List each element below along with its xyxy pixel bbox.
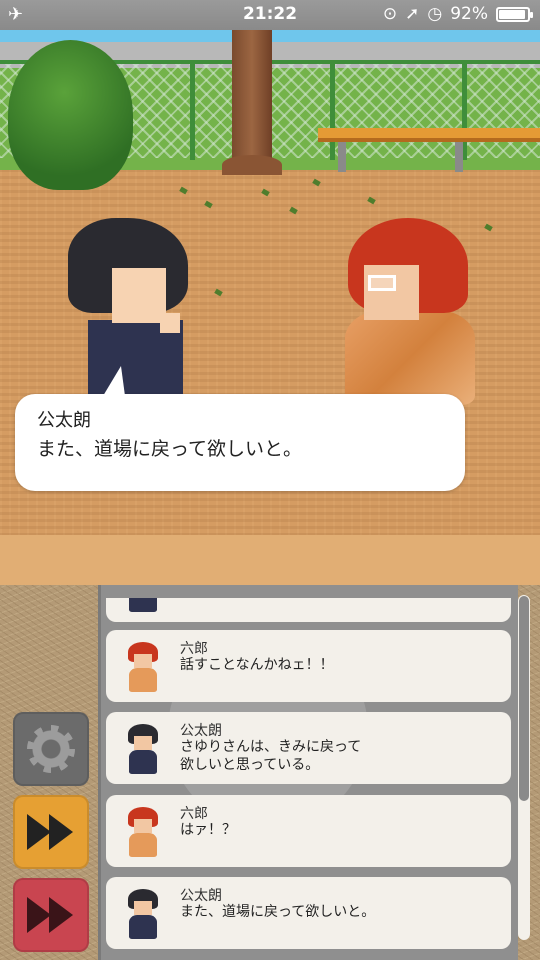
game-scene[interactable]: 公太朗 また、道場に戻って欲しいと。: [0, 30, 540, 585]
bench: [318, 128, 540, 142]
fence-post: [330, 60, 335, 160]
fast-forward-icon: [27, 814, 73, 850]
bench-leg: [455, 142, 463, 172]
log-scrollbar-thumb[interactable]: [519, 596, 529, 801]
gear-icon: [27, 725, 75, 773]
bench-leg: [338, 142, 346, 172]
dialog-text: また、道場に戻って欲しいと。: [37, 438, 303, 460]
orientation-lock-icon: ⊙: [382, 4, 398, 24]
dialog-box[interactable]: 公太朗 また、道場に戻って欲しいと。: [15, 394, 465, 491]
auto-button[interactable]: [13, 878, 89, 952]
log-speaker: 六郎: [180, 806, 208, 822]
tree-base: [222, 155, 282, 175]
avatar: [124, 889, 162, 939]
location-icon: ➚: [405, 4, 420, 24]
rokuro-face: [364, 265, 419, 320]
fence-post: [190, 60, 195, 160]
log-entry[interactable]: 六郎 はァ！？: [106, 795, 511, 867]
avatar: [124, 724, 162, 774]
log-text: はァ！？: [180, 822, 236, 838]
dialog-speaker: 公太朗: [37, 410, 91, 431]
log-entry[interactable]: 公太朗 また、道場に戻って欲しいと。: [106, 877, 511, 949]
kotaro-hand: [160, 313, 180, 333]
log-speaker: 公太朗: [180, 723, 222, 739]
status-icons: ⊙ ➚ ◷ 92%: [382, 4, 533, 24]
log-entry[interactable]: 六郎 話すことなんかねェ！！: [106, 630, 511, 702]
log-text: さゆりさんは、きみに戻って 欲しいと思っている。: [180, 739, 362, 773]
battery-fill: [499, 9, 525, 19]
kotaro-face: [112, 268, 166, 323]
log-text: また、道場に戻って欲しいと。: [180, 904, 376, 920]
rokuro-glasses: [368, 275, 396, 291]
battery-percent: 92%: [450, 4, 488, 24]
log-entry[interactable]: 公太朗 さゆりさんは、きみに戻って 欲しいと思っている。: [106, 712, 511, 784]
status-bar: ✈ 21:22 ⊙ ➚ ◷ 92%: [0, 0, 540, 30]
rokuro-body: [345, 310, 475, 405]
fast-forward-icon: [27, 897, 73, 933]
ground-edge: [0, 535, 540, 585]
settings-button[interactable]: [13, 712, 89, 786]
log-speaker: 公太朗: [180, 888, 222, 904]
battery-icon: [496, 6, 533, 22]
alarm-icon: ◷: [427, 4, 443, 24]
tree-trunk: [232, 30, 272, 175]
avatar: [124, 807, 162, 857]
log-text: 話すことなんかねェ！！: [180, 657, 334, 673]
bush: [8, 40, 133, 190]
avatar: [124, 642, 162, 692]
log-speaker: 六郎: [180, 641, 208, 657]
skip-button[interactable]: [13, 795, 89, 869]
